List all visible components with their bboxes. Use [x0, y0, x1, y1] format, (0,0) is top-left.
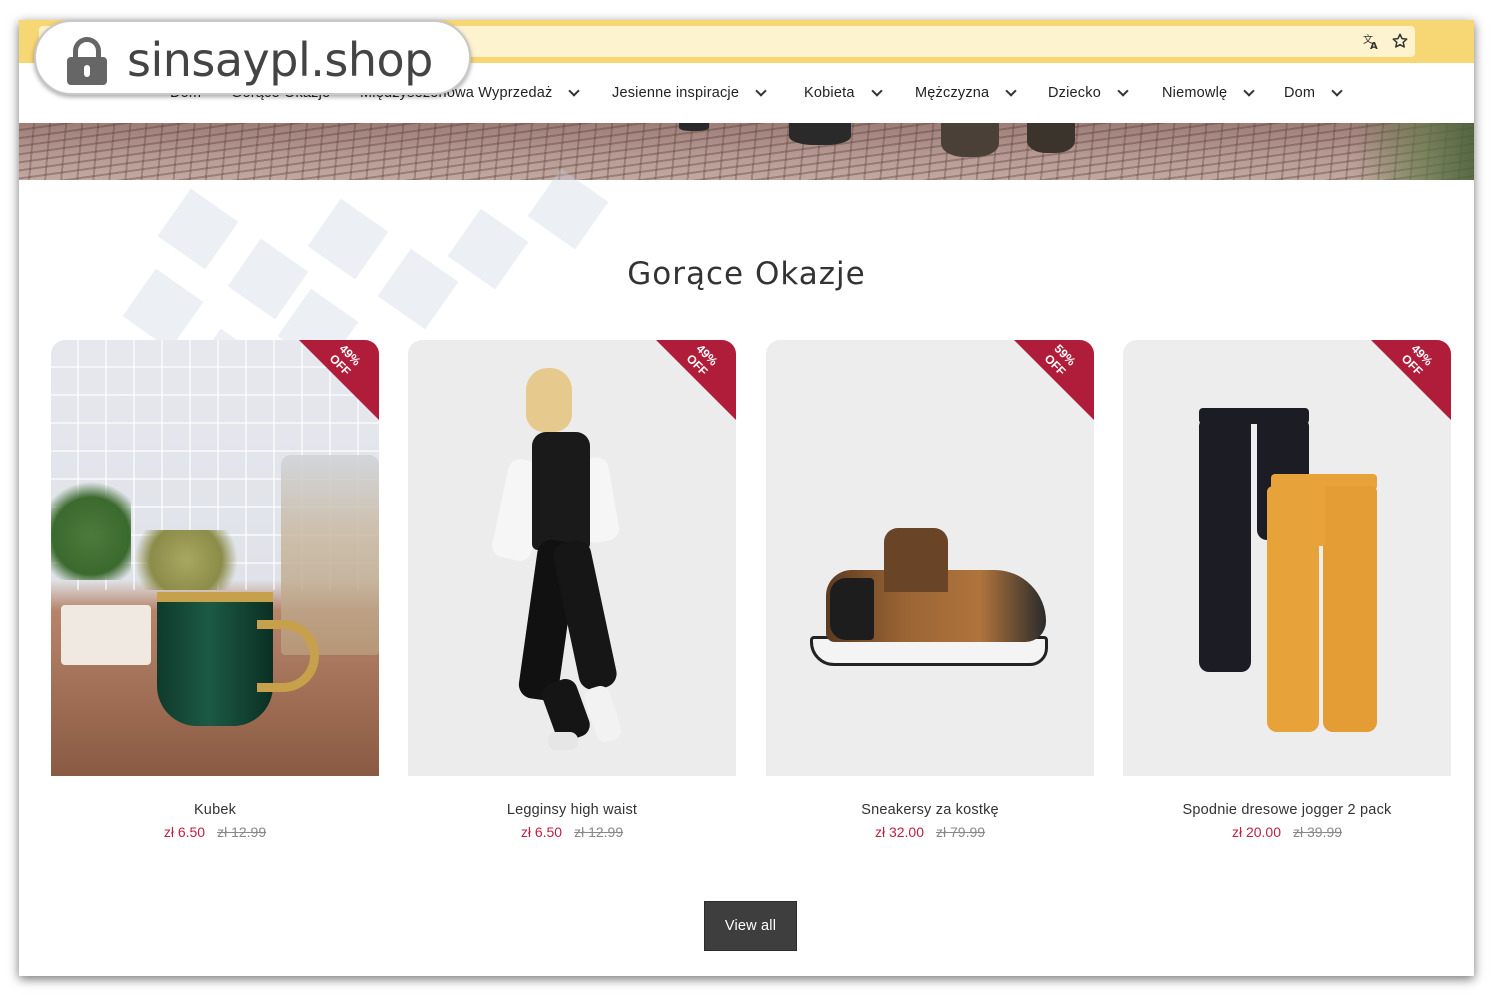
domain-text: sinsaypl.shop — [127, 33, 433, 87]
plant-shape — [1354, 123, 1474, 180]
domain-label: sinsaypl.shop — [34, 20, 471, 95]
chevron-down-icon — [1243, 84, 1255, 97]
product-price: zł 6.50 zł 12.99 — [408, 824, 736, 840]
translate-icon[interactable]: 文A — [1361, 32, 1381, 52]
shoe-shape — [679, 123, 709, 131]
product-card[interactable]: 59% OFF Sneakersy za kostkę zł 32.00 zł 79… — [766, 340, 1094, 840]
chevron-down-icon — [1331, 84, 1343, 97]
sale-price: zł 32.00 — [874, 824, 924, 840]
product-name[interactable]: Kubek — [51, 802, 379, 818]
product-price: zł 6.50 zł 12.99 — [51, 824, 379, 840]
original-price: zł 12.99 — [574, 824, 624, 840]
shoe-shape — [789, 123, 851, 145]
lock-icon — [67, 37, 107, 85]
chevron-down-icon — [1005, 84, 1017, 97]
product-card[interactable]: 49% OFF Legginsy high waist zł 6.50 zł 12.… — [408, 340, 736, 840]
shoe-shape — [1027, 123, 1075, 153]
nav-item-dom-home[interactable]: Dom — [1284, 82, 1343, 104]
discount-badge: 49% OFF — [299, 340, 379, 420]
nav-item-label: Mężczyzna — [915, 85, 990, 101]
nav-item-label: Dziecko — [1048, 85, 1101, 101]
hero-banner[interactable] — [19, 123, 1474, 180]
product-image[interactable]: 59% OFF — [766, 340, 1094, 776]
product-price: zł 32.00 zł 79.99 — [766, 824, 1094, 840]
view-all-button[interactable]: View all — [704, 901, 797, 951]
nav-item-label: Kobieta — [804, 85, 855, 101]
chevron-down-icon — [1117, 84, 1129, 97]
nav-item-label: Dom — [1284, 85, 1316, 101]
shoe-shape — [941, 123, 999, 157]
nav-item-jesienne[interactable]: Jesienne inspiracje — [612, 82, 767, 104]
product-card[interactable]: 49% OFF Spodnie dresowe jogger 2 pack zł … — [1123, 340, 1451, 840]
nav-item-mezczyzna[interactable]: Mężczyzna — [915, 82, 1017, 104]
sale-price: zł 20.00 — [1231, 824, 1281, 840]
section-title: Gorące Okazje — [627, 256, 866, 292]
nav-item-dziecko[interactable]: Dziecko — [1048, 82, 1129, 104]
sale-price: zł 6.50 — [163, 824, 206, 840]
product-image[interactable]: 49% OFF — [1123, 340, 1451, 776]
product-name[interactable]: Legginsy high waist — [408, 802, 736, 818]
discount-badge: 59% OFF — [1014, 340, 1094, 420]
star-icon[interactable] — [1390, 32, 1410, 52]
nav-item-label: Niemowlę — [1162, 85, 1228, 101]
discount-badge: 49% OFF — [1371, 340, 1451, 420]
discount-badge: 49% OFF — [656, 340, 736, 420]
nav-item-niemowle[interactable]: Niemowlę — [1162, 82, 1255, 104]
svg-text:A: A — [1370, 41, 1378, 50]
product-price: zł 20.00 zł 39.99 — [1123, 824, 1451, 840]
original-price: zł 79.99 — [936, 824, 986, 840]
product-image[interactable]: 49% OFF — [408, 340, 736, 776]
chevron-down-icon — [870, 84, 883, 97]
original-price: zł 39.99 — [1293, 824, 1343, 840]
chevron-down-icon — [568, 84, 581, 97]
browser-window: 文A Dom Gorące Okazje Międzysezonowa Wypr… — [19, 20, 1474, 976]
product-name[interactable]: Spodnie dresowe jogger 2 pack — [1123, 802, 1451, 818]
page: 文A Dom Gorące Okazje Międzysezonowa Wypr… — [0, 0, 1495, 995]
nav-item-label: Jesienne inspiracje — [612, 85, 740, 101]
product-name[interactable]: Sneakersy za kostkę — [766, 802, 1094, 818]
nav-item-kobieta[interactable]: Kobieta — [804, 82, 883, 104]
sale-price: zł 6.50 — [520, 824, 563, 840]
chevron-down-icon — [755, 84, 767, 97]
product-image[interactable]: 49% OFF — [51, 340, 379, 776]
product-card[interactable]: 49% OFF Kubek zł 6.50 zł 12.99 — [51, 340, 379, 840]
original-price: zł 12.99 — [217, 824, 267, 840]
